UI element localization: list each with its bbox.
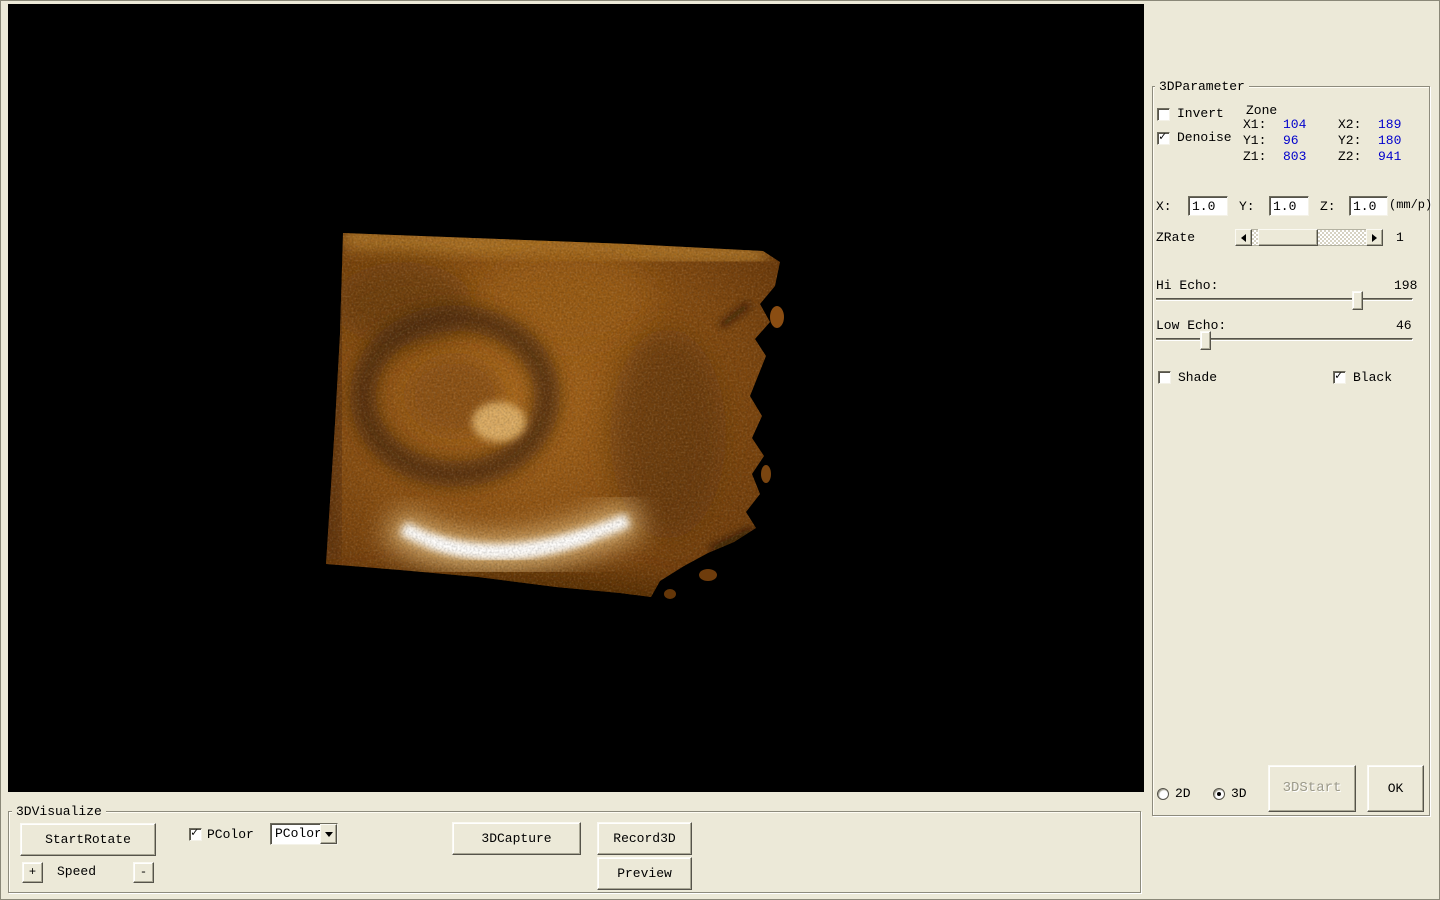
zone-title: Zone bbox=[1246, 103, 1278, 118]
low-echo-value: 46 bbox=[1396, 318, 1412, 333]
parameter-group-title: 3DParameter bbox=[1155, 79, 1249, 94]
chevron-down-icon bbox=[324, 831, 333, 841]
pcolor-select[interactable]: PColor bbox=[270, 823, 338, 845]
shade-checkbox[interactable] bbox=[1158, 371, 1171, 384]
zrate-scroll-thumb[interactable] bbox=[1258, 229, 1318, 246]
record3d-button[interactable]: Record3D bbox=[597, 822, 692, 855]
zrate-scroll-right-button[interactable] bbox=[1366, 229, 1383, 246]
scroll-left-icon bbox=[1237, 233, 1246, 242]
start3d-button[interactable]: 3DStart bbox=[1268, 765, 1356, 812]
ultrasound-volume-render bbox=[326, 233, 784, 599]
app-window: 3DParameter Invert Denoise Zone X1: 104 … bbox=[0, 0, 1440, 900]
start-rotate-button[interactable]: StartRotate bbox=[20, 823, 156, 856]
scale-unit-label: (mm/p) bbox=[1389, 198, 1433, 212]
pcolor-checkbox[interactable] bbox=[189, 826, 202, 841]
y-scale-label: Y: bbox=[1239, 199, 1255, 214]
zrate-scroll-left-button[interactable] bbox=[1235, 229, 1252, 246]
render-viewport[interactable] bbox=[8, 4, 1144, 792]
zone-y1-label: Y1: bbox=[1243, 133, 1267, 148]
hi-echo-slider-track[interactable] bbox=[1156, 298, 1413, 301]
x-scale-label: X: bbox=[1156, 199, 1172, 214]
speed-label: Speed bbox=[57, 864, 97, 879]
radio-2d-label: 2D bbox=[1175, 786, 1191, 801]
zrate-label: ZRate bbox=[1156, 230, 1196, 245]
invert-label: Invert bbox=[1177, 106, 1224, 121]
zrate-scrollbar[interactable] bbox=[1235, 229, 1383, 246]
pcolor-select-arrow-button[interactable] bbox=[320, 824, 337, 844]
zone-y2-value: 180 bbox=[1378, 133, 1402, 148]
hi-echo-label: Hi Echo: bbox=[1156, 278, 1219, 293]
zone-y2-label: Y2: bbox=[1338, 133, 1362, 148]
low-echo-slider-thumb[interactable] bbox=[1200, 331, 1211, 350]
zone-z2-label: Z2: bbox=[1338, 149, 1362, 164]
zrate-value: 1 bbox=[1396, 230, 1404, 245]
hi-echo-slider-thumb[interactable] bbox=[1352, 291, 1363, 310]
denoise-label: Denoise bbox=[1177, 130, 1232, 145]
visualize-group-title: 3DVisualize bbox=[12, 804, 106, 819]
y-scale-input[interactable] bbox=[1269, 196, 1309, 216]
capture3d-button[interactable]: 3DCapture bbox=[452, 822, 581, 855]
x-scale-input[interactable] bbox=[1188, 196, 1228, 216]
black-label: Black bbox=[1353, 370, 1393, 385]
z-scale-input[interactable] bbox=[1349, 196, 1388, 216]
shade-label: Shade bbox=[1178, 370, 1218, 385]
scroll-right-icon bbox=[1372, 233, 1381, 242]
denoise-checkbox[interactable] bbox=[1157, 130, 1170, 145]
preview-button[interactable]: Preview bbox=[597, 857, 692, 890]
low-echo-label: Low Echo: bbox=[1156, 318, 1227, 333]
zone-z2-value: 941 bbox=[1378, 149, 1402, 164]
pcolor-label: PColor bbox=[207, 827, 254, 842]
zone-x2-label: X2: bbox=[1338, 117, 1362, 132]
zone-y1-value: 96 bbox=[1283, 133, 1299, 148]
zone-z1-label: Z1: bbox=[1243, 149, 1267, 164]
invert-checkbox[interactable] bbox=[1157, 108, 1170, 121]
ok-button[interactable]: OK bbox=[1367, 765, 1424, 812]
black-checkbox[interactable] bbox=[1333, 369, 1346, 384]
zone-x1-value: 104 bbox=[1283, 117, 1307, 132]
zone-z1-value: 803 bbox=[1283, 149, 1307, 164]
zone-x1-label: X1: bbox=[1243, 117, 1267, 132]
speed-plus-button[interactable]: + bbox=[22, 862, 43, 883]
pcolor-select-value: PColor bbox=[275, 826, 322, 841]
z-scale-label: Z: bbox=[1320, 199, 1336, 214]
radio-3d[interactable] bbox=[1213, 788, 1225, 800]
radio-2d[interactable] bbox=[1157, 788, 1169, 800]
low-echo-slider-track[interactable] bbox=[1156, 338, 1413, 341]
speed-minus-button[interactable]: - bbox=[133, 862, 154, 883]
zone-x2-value: 189 bbox=[1378, 117, 1402, 132]
radio-3d-label: 3D bbox=[1231, 786, 1247, 801]
hi-echo-value: 198 bbox=[1394, 278, 1418, 293]
